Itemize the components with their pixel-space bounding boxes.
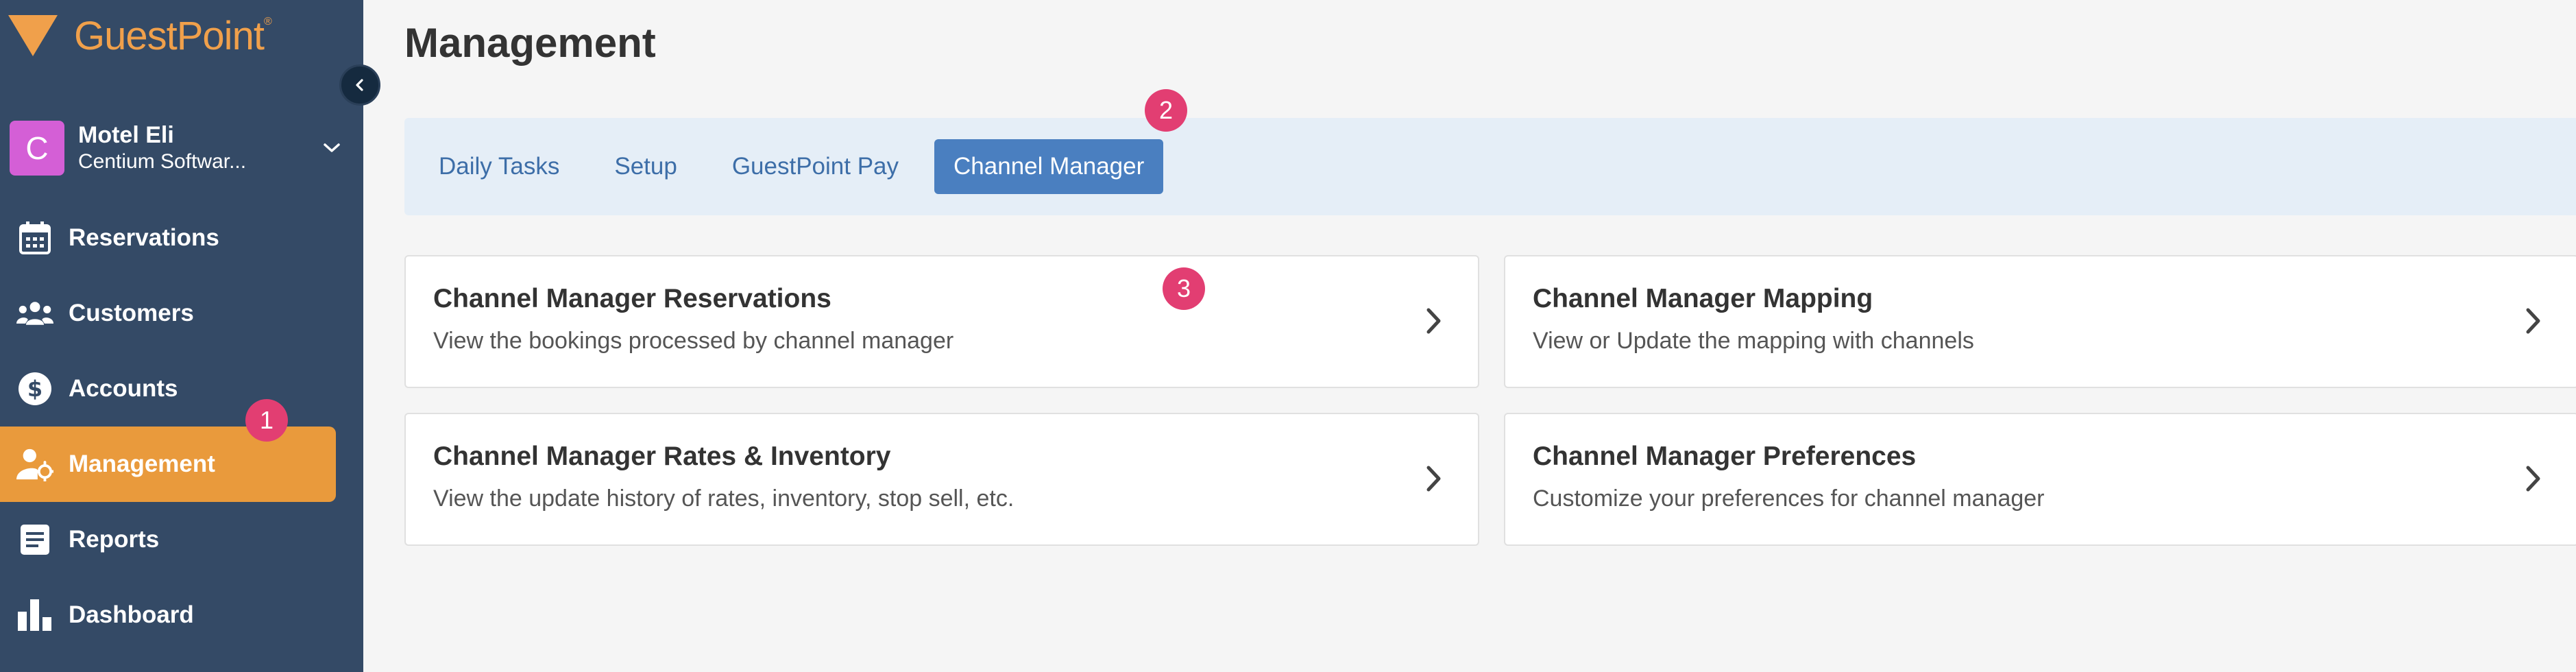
main-content: Management Daily Tasks Setup GuestPoint … [363, 0, 2576, 672]
chevron-down-icon [318, 143, 345, 154]
step-badge-3: 3 [1163, 267, 1205, 310]
sidebar-item-label: Management [69, 451, 215, 477]
step-badge-2: 2 [1145, 89, 1187, 132]
card-description: View or Update the mapping with channels [1533, 328, 1974, 354]
chevron-right-icon [1426, 308, 1441, 334]
chevron-right-icon [2526, 466, 2540, 492]
sidebar-item-label: Customers [69, 300, 194, 326]
card-title: Channel Manager Rates & Inventory [433, 442, 891, 471]
users-icon [16, 295, 53, 332]
sidebar-item-management[interactable]: Management [0, 427, 336, 502]
avatar: C [10, 121, 64, 176]
logo-text: GuestPoint® [74, 14, 272, 58]
sidebar: GuestPoint® C Motel Eli Centium Softwar.… [0, 0, 380, 672]
sidebar-item-dashboard[interactable]: Dashboard [0, 577, 363, 653]
page-title: Management [404, 20, 656, 66]
document-icon [16, 521, 53, 558]
tab-daily-tasks[interactable]: Daily Tasks [420, 139, 579, 194]
card-description: Customize your preferences for channel m… [1533, 485, 2045, 512]
card-channel-manager-reservations[interactable]: Channel Manager Reservations View the bo… [404, 255, 1479, 388]
sidebar-item-label: Accounts [69, 375, 178, 402]
chevron-right-icon [1426, 466, 1441, 492]
user-gear-icon [16, 446, 53, 483]
tab-setup[interactable]: Setup [595, 139, 696, 194]
card-description: View the bookings processed by channel m… [433, 328, 954, 354]
calendar-icon [16, 219, 53, 256]
sidebar-item-label: Dashboard [69, 601, 194, 628]
app: GuestPoint® C Motel Eli Centium Softwar.… [0, 0, 2576, 672]
card-channel-manager-mapping[interactable]: Channel Manager Mapping View or Update t… [1504, 255, 2576, 388]
property-info: Motel Eli Centium Softwar... [78, 121, 318, 175]
sidebar-item-customers[interactable]: Customers [0, 276, 363, 351]
property-name: Motel Eli [78, 122, 174, 148]
sidebar-item-label: Reports [69, 526, 160, 553]
management-tabs: Daily Tasks Setup GuestPoint Pay Channel… [404, 118, 2576, 215]
card-title: Channel Manager Preferences [1533, 442, 1917, 471]
chevron-right-icon [2526, 308, 2540, 334]
card-title: Channel Manager Mapping [1533, 284, 1873, 313]
collapse-sidebar-button[interactable] [339, 64, 380, 106]
svg-text:$: $ [27, 376, 42, 402]
property-company: Centium Softwar... [78, 150, 247, 173]
tab-guestpoint-pay[interactable]: GuestPoint Pay [713, 139, 918, 194]
step-badge-1: 1 [245, 399, 288, 442]
card-channel-manager-rates-inventory[interactable]: Channel Manager Rates & Inventory View t… [404, 413, 1479, 546]
chevron-left-icon [356, 79, 363, 91]
tab-channel-manager[interactable]: Channel Manager [934, 139, 1164, 194]
card-title: Channel Manager Reservations [433, 284, 831, 313]
property-switcher[interactable]: C Motel Eli Centium Softwar... [10, 118, 345, 178]
sidebar-item-accounts[interactable]: $ Accounts [0, 351, 363, 427]
logo-triangle-icon [8, 15, 58, 56]
guestpoint-logo[interactable]: GuestPoint® [8, 12, 296, 60]
sidebar-nav: Reservations Customers $ Accounts Manage… [0, 200, 363, 653]
dollar-icon: $ [16, 370, 53, 407]
bar-chart-icon [16, 597, 53, 634]
card-description: View the update history of rates, invent… [433, 485, 1014, 512]
card-channel-manager-preferences[interactable]: Channel Manager Preferences Customize yo… [1504, 413, 2576, 546]
sidebar-item-reservations[interactable]: Reservations [0, 200, 363, 276]
sidebar-item-reports[interactable]: Reports [0, 502, 363, 577]
sidebar-item-label: Reservations [69, 224, 219, 251]
